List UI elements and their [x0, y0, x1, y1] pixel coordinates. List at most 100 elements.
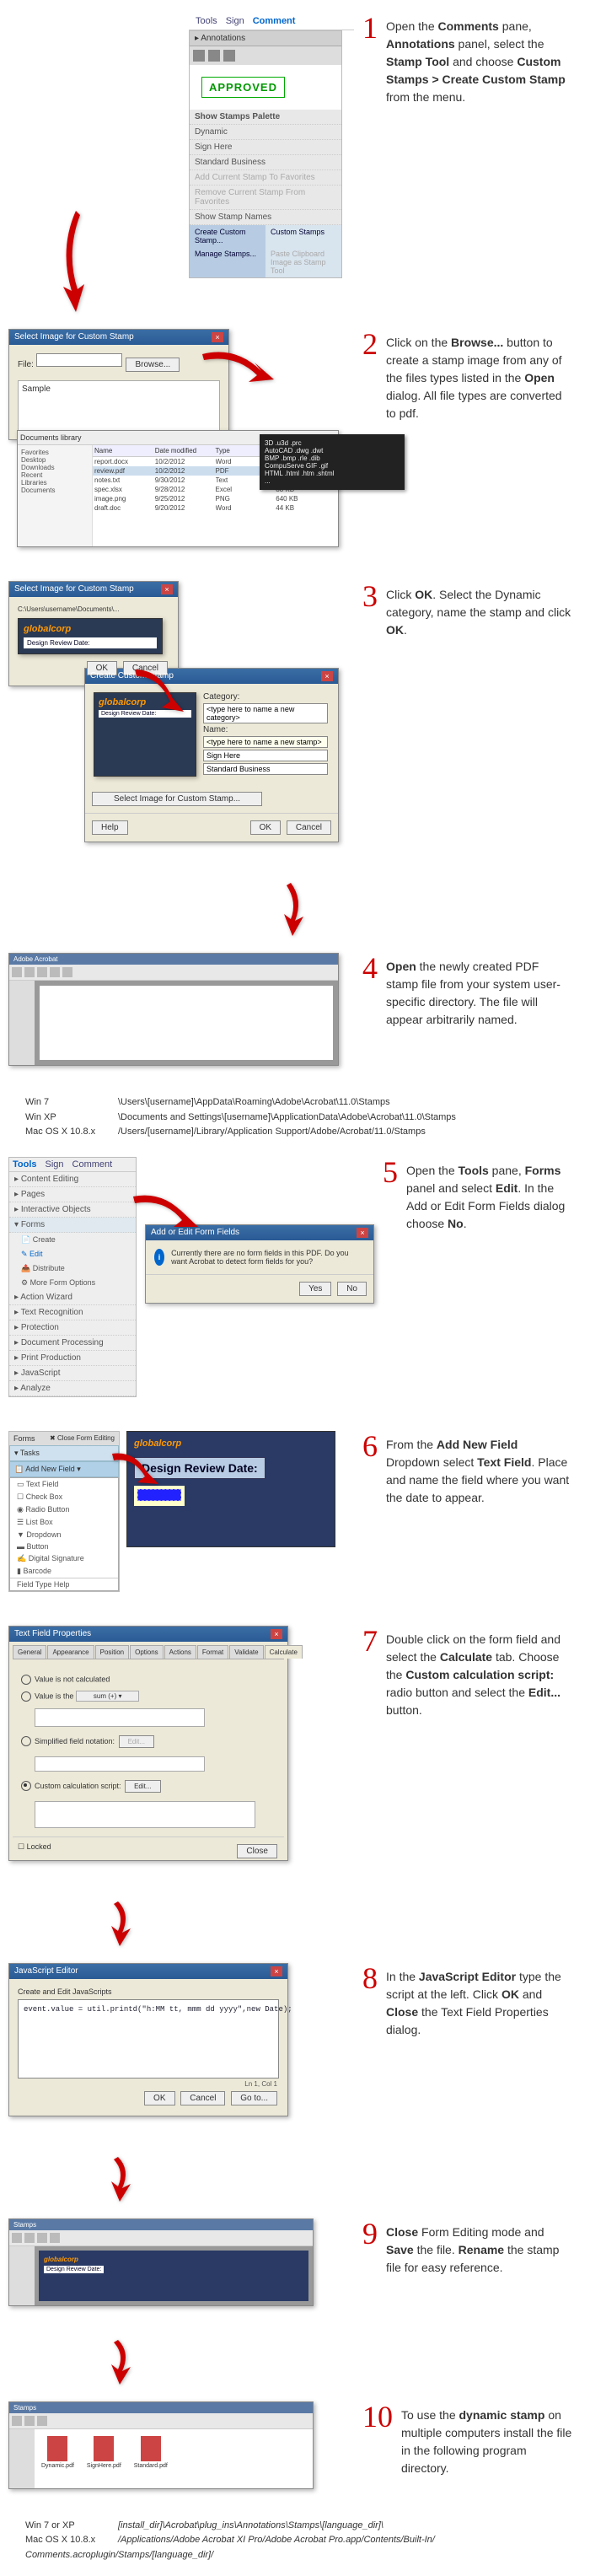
panel-action-wizard[interactable]: ▸ Action Wizard [9, 1290, 136, 1305]
name-input[interactable]: <type here to name a new stamp> [203, 736, 328, 748]
toolbar-icon[interactable] [24, 2416, 35, 2426]
yes-button[interactable]: Yes [299, 1282, 331, 1296]
radio-value-is[interactable] [21, 1691, 31, 1702]
menu-standard-business[interactable]: Standard Business [190, 155, 341, 170]
tab-sign[interactable]: Sign [226, 16, 244, 26]
menu-sign-here[interactable]: Sign Here [190, 140, 341, 155]
cancel-button[interactable]: Cancel [287, 820, 331, 835]
goto-button[interactable]: Go to... [231, 2091, 277, 2105]
close-form-editing-button[interactable]: ✖ Close Form Editing [50, 1434, 115, 1443]
toolbar-icon[interactable] [12, 967, 22, 977]
menu-manage-stamps[interactable]: Manage Stamps... [190, 247, 266, 277]
cancel-button[interactable]: Cancel [180, 2091, 225, 2105]
stamp-tool-icon[interactable] [193, 50, 205, 62]
tab-tools[interactable]: Tools [196, 16, 217, 26]
close-icon[interactable]: × [271, 1966, 282, 1976]
help-button[interactable]: Help [92, 820, 128, 835]
toolbar-icon[interactable] [50, 2233, 60, 2243]
ok-button[interactable]: OK [144, 2091, 174, 2105]
close-icon[interactable]: × [161, 584, 173, 594]
tab-position[interactable]: Position [95, 1645, 129, 1659]
value-dropdown[interactable]: sum (+) ▾ [76, 1691, 140, 1702]
option-standard-business[interactable]: Standard Business [203, 763, 328, 775]
toolbar-icon[interactable] [12, 2233, 22, 2243]
field-button[interactable]: ▬ Button [10, 1541, 118, 1552]
forms-create[interactable]: 📄 Create [9, 1233, 136, 1247]
panel-protection[interactable]: ▸ Protection [9, 1320, 136, 1336]
toolbar-icon[interactable] [50, 967, 60, 977]
toolbar[interactable] [9, 965, 338, 981]
tab-general[interactable]: General [13, 1645, 46, 1659]
locked-checkbox[interactable]: ☐ Locked [18, 1842, 51, 1851]
code-textarea[interactable]: event.value = util.printd("h:MM tt, mmm … [18, 1999, 279, 2079]
forms-more[interactable]: ⚙ More Form Options [9, 1276, 136, 1290]
tool-icon[interactable] [208, 50, 220, 62]
field-type-help[interactable]: Field Type Help [10, 1578, 118, 1590]
no-button[interactable]: No [337, 1282, 367, 1296]
tab-comment[interactable]: Comment [72, 1159, 113, 1170]
toolbar-icon[interactable] [37, 2416, 47, 2426]
category-input[interactable]: <type here to name a new category> [203, 703, 328, 723]
nav-pane[interactable] [9, 2429, 35, 2488]
file-item[interactable]: Dynamic.pdf [41, 2436, 74, 2482]
radio-not-calculated[interactable] [21, 1675, 31, 1685]
toolbar-icon[interactable] [24, 967, 35, 977]
browse-button[interactable]: Browse... [126, 358, 180, 372]
tab-options[interactable]: Options [130, 1645, 164, 1659]
radio-custom-script[interactable] [21, 1781, 31, 1791]
tab-format[interactable]: Format [197, 1645, 228, 1659]
tab-comment[interactable]: Comment [253, 16, 296, 26]
toolbar-icon[interactable] [12, 2416, 22, 2426]
field-checkbox[interactable]: ☐ Check Box [10, 1491, 118, 1503]
tool-icon[interactable] [223, 50, 235, 62]
edit-button[interactable]: Edit... [125, 1780, 160, 1793]
option-sign-here[interactable]: Sign Here [203, 750, 328, 761]
panel-doc-processing[interactable]: ▸ Document Processing [9, 1336, 136, 1351]
close-icon[interactable]: × [357, 1228, 368, 1238]
close-button[interactable]: Close [237, 1844, 277, 1858]
file-item[interactable]: Standard.pdf [134, 2436, 168, 2482]
nav-pane[interactable] [9, 981, 35, 1065]
field-barcode[interactable]: ▮ Barcode [10, 1565, 118, 1578]
panel-javascript[interactable]: ▸ JavaScript [9, 1366, 136, 1381]
toolbar[interactable] [9, 2413, 313, 2429]
select-image-button[interactable]: Select Image for Custom Stamp... [92, 792, 262, 806]
tab-calculate[interactable]: Calculate [265, 1645, 303, 1659]
toolbar-icon[interactable] [37, 2233, 47, 2243]
panel-forms[interactable]: ▾ Forms [9, 1218, 136, 1233]
panel-content-editing[interactable]: ▸ Content Editing [9, 1172, 136, 1187]
panel-pages[interactable]: ▸ Pages [9, 1187, 136, 1202]
panel-print-prod[interactable]: ▸ Print Production [9, 1351, 136, 1366]
forms-distribute[interactable]: 📤 Distribute [9, 1261, 136, 1276]
panel-text-recog[interactable]: ▸ Text Recognition [9, 1305, 136, 1320]
menu-create-custom-stamp[interactable]: Create Custom Stamp... [190, 225, 266, 247]
field-radio[interactable]: ◉ Radio Button [10, 1503, 118, 1516]
tab-appearance[interactable]: Appearance [47, 1645, 94, 1659]
field-signature[interactable]: ✍ Digital Signature [10, 1552, 118, 1565]
annotations-header[interactable]: ▸ Annotations [190, 31, 341, 46]
tab-actions[interactable]: Actions [164, 1645, 196, 1659]
tab-sign[interactable]: Sign [46, 1159, 64, 1170]
file-item[interactable]: SignHere.pdf [87, 2436, 121, 2482]
close-icon[interactable]: × [321, 671, 333, 681]
panel-interactive[interactable]: ▸ Interactive Objects [9, 1202, 136, 1218]
menu-dynamic[interactable]: Dynamic [190, 125, 341, 140]
field-text[interactable]: ▭ Text Field [10, 1478, 118, 1491]
menu-custom-stamps[interactable]: Custom Stamps [266, 225, 341, 247]
explorer-sidebar[interactable]: FavoritesDesktopDownloads RecentLibrarie… [18, 445, 93, 546]
toolbar-icon[interactable] [62, 967, 72, 977]
menu-show-names[interactable]: Show Stamp Names [190, 210, 341, 225]
file-input[interactable] [36, 353, 122, 367]
toolbar-icon[interactable] [24, 2233, 35, 2243]
add-new-field-dropdown[interactable]: 📋 Add New Field ▾ [9, 1461, 119, 1477]
toolbar[interactable] [9, 2230, 313, 2246]
tab-tools[interactable]: Tools [13, 1159, 37, 1170]
field-listbox[interactable]: ☰ List Box [10, 1516, 118, 1529]
field-dropdown[interactable]: ▼ Dropdown [10, 1529, 118, 1541]
nav-pane[interactable] [9, 2246, 35, 2305]
ok-button[interactable]: OK [250, 820, 281, 835]
radio-simplified[interactable] [21, 1736, 31, 1746]
toolbar-icon[interactable] [37, 967, 47, 977]
show-stamps-palette[interactable]: Show Stamps Palette [190, 110, 341, 125]
close-icon[interactable]: × [271, 1629, 282, 1639]
